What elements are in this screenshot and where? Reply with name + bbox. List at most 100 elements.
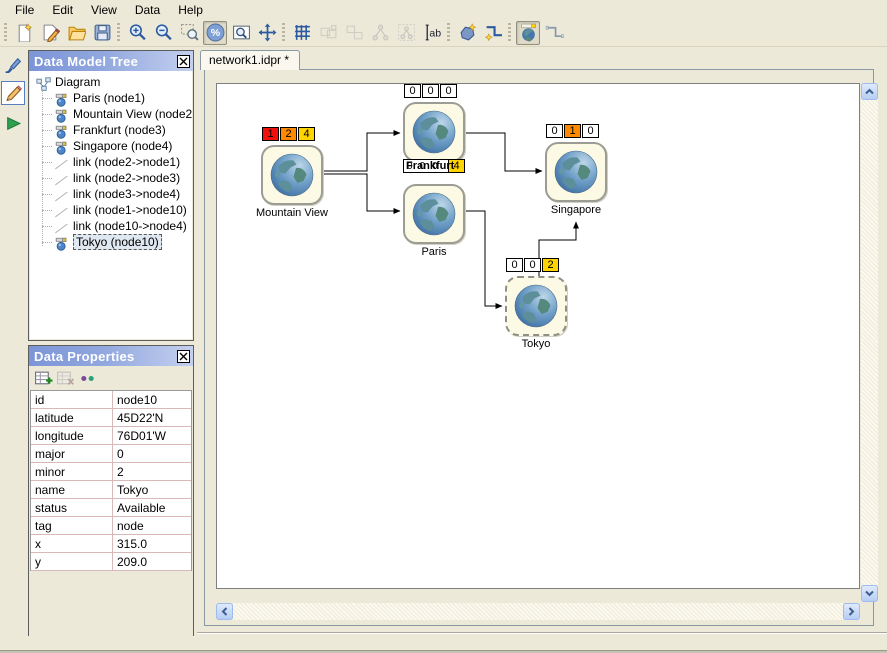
globe-icon [261, 145, 323, 205]
property-key: minor [31, 463, 113, 480]
diagram-icon [36, 75, 52, 89]
match-colors-button[interactable] [76, 368, 98, 388]
open-folder-icon [67, 23, 86, 42]
label-button[interactable]: ab [420, 21, 444, 45]
tree-item-link-node3-node4-[interactable]: link (node3->node4) [30, 186, 192, 202]
zoom-in-button[interactable] [125, 21, 149, 45]
alarm-badge: 2 [280, 127, 297, 141]
tree-item-frankfurt-node3-[interactable]: Frankfurt (node3) [30, 122, 192, 138]
properties-panel-title-bar: Data Properties [29, 346, 193, 366]
diagram-node-singapore[interactable]: 010Singapore [545, 142, 607, 202]
tree-item-label: link (node2->node3) [73, 171, 180, 185]
menu-view[interactable]: View [82, 1, 126, 19]
scroll-up-icon[interactable] [861, 83, 878, 100]
menu-file[interactable]: File [6, 1, 43, 19]
new-node-icon [458, 23, 477, 42]
alarm-badges: 010 [546, 124, 600, 138]
open-button[interactable] [64, 21, 88, 45]
property-key: tag [31, 517, 113, 534]
property-value[interactable]: 76D01'W [113, 427, 191, 444]
diagram-link-node2-node1[interactable] [323, 174, 400, 211]
close-icon[interactable] [177, 350, 190, 363]
svg-text:%: % [210, 27, 220, 39]
horizontal-scrollbar[interactable] [216, 603, 860, 620]
property-key: longitude [31, 427, 113, 444]
run-icon [4, 114, 23, 133]
link-style-button[interactable] [542, 21, 566, 45]
horizontal-scroll-track[interactable] [233, 603, 843, 620]
property-value[interactable]: Tokyo [113, 481, 191, 498]
alarm-badge: 1 [564, 124, 581, 138]
zoom-out-button[interactable] [151, 21, 175, 45]
globe-node-button[interactable] [516, 21, 540, 45]
tree-item-link-node10-node4-[interactable]: link (node10->node4) [30, 218, 192, 234]
alarm-badge: 0 [422, 84, 439, 98]
diagram-node-mountain-view[interactable]: 124Mountain View [261, 145, 323, 205]
property-value[interactable]: 2 [113, 463, 191, 480]
diagram-link-node2-node3[interactable] [323, 133, 400, 171]
property-value[interactable]: 209.0 [113, 553, 191, 570]
grid-button[interactable] [290, 21, 314, 45]
diagram-node-paris[interactable]: Paris [403, 184, 465, 244]
node-label: Singapore [551, 204, 601, 216]
diagram-link-node1-node10[interactable] [465, 211, 502, 306]
property-value[interactable]: Available [113, 499, 191, 516]
new-document-button[interactable] [12, 21, 36, 45]
property-value[interactable]: node10 [113, 391, 191, 408]
alarm-badge: 0 [546, 124, 563, 138]
tree-item-label: link (node10->node4) [73, 219, 187, 233]
diagram-node-frankfurt[interactable]: 0000004Frankfurt [403, 102, 465, 162]
node-label: Paris [421, 246, 446, 258]
property-value[interactable]: node [113, 517, 191, 534]
new-node-button[interactable] [455, 21, 479, 45]
tree-item-link-node1-node10-[interactable]: link (node1->node10) [30, 202, 192, 218]
property-value[interactable]: 45D22'N [113, 409, 191, 426]
property-value[interactable]: 315.0 [113, 535, 191, 552]
zoom-percent-button[interactable]: % [203, 21, 227, 45]
property-key: name [31, 481, 113, 498]
scroll-left-icon[interactable] [216, 603, 233, 620]
property-row-tag: tagnode [31, 517, 191, 535]
main-toolbar: % ab [0, 19, 887, 47]
style-brush-button[interactable] [1, 51, 25, 75]
diagram-node-tokyo[interactable]: 002Tokyo [505, 276, 567, 336]
property-value[interactable]: 0 [113, 445, 191, 462]
graph-layout-button [394, 21, 418, 45]
diagram-link-node3-node4[interactable] [465, 133, 542, 171]
vertical-scrollbar[interactable] [861, 83, 878, 602]
edit-pencil-button[interactable] [1, 81, 25, 105]
save-button[interactable] [90, 21, 114, 45]
link-icon [54, 171, 70, 185]
menu-edit[interactable]: Edit [43, 1, 82, 19]
properties-toolbar [29, 366, 193, 390]
tree-item-paris-node1-[interactable]: Paris (node1) [30, 90, 192, 106]
overview-button[interactable] [229, 21, 253, 45]
alarm-badge: 4 [298, 127, 315, 141]
tab-network1[interactable]: network1.idpr * [200, 50, 300, 70]
zoom-area-icon [180, 23, 199, 42]
tree-item-mountain-view-node2-[interactable]: Mountain View (node2) [30, 106, 192, 122]
tree-item-label: Paris (node1) [73, 91, 145, 105]
zoom-area-button[interactable] [177, 21, 201, 45]
menu-help[interactable]: Help [169, 1, 212, 19]
add-property-button[interactable] [32, 368, 54, 388]
alarm-badges: 002 [506, 258, 560, 272]
vertical-scroll-track[interactable] [861, 100, 878, 585]
tree-item-tokyo-node10-[interactable]: Tokyo (node10) [30, 234, 192, 250]
globe-icon [403, 184, 465, 244]
pan-icon [258, 23, 277, 42]
close-icon[interactable] [177, 55, 190, 68]
tree-item-diagram[interactable]: Diagram [30, 74, 192, 90]
tree-item-link-node2-node3-[interactable]: link (node2->node3) [30, 170, 192, 186]
node-label: Tokyo [522, 338, 551, 350]
new-link-button[interactable] [481, 21, 505, 45]
scroll-right-icon[interactable] [843, 603, 860, 620]
diagram-canvas[interactable]: 124Mountain View0000004FrankfurtParis010… [216, 83, 860, 589]
menu-data[interactable]: Data [126, 1, 169, 19]
tree-item-singapore-node4-[interactable]: Singapore (node4) [30, 138, 192, 154]
pan-button[interactable] [255, 21, 279, 45]
edit-wizard-button[interactable] [38, 21, 62, 45]
run-button[interactable] [1, 111, 25, 135]
scroll-down-icon[interactable] [861, 585, 878, 602]
tree-item-link-node2-node1-[interactable]: link (node2->node1) [30, 154, 192, 170]
